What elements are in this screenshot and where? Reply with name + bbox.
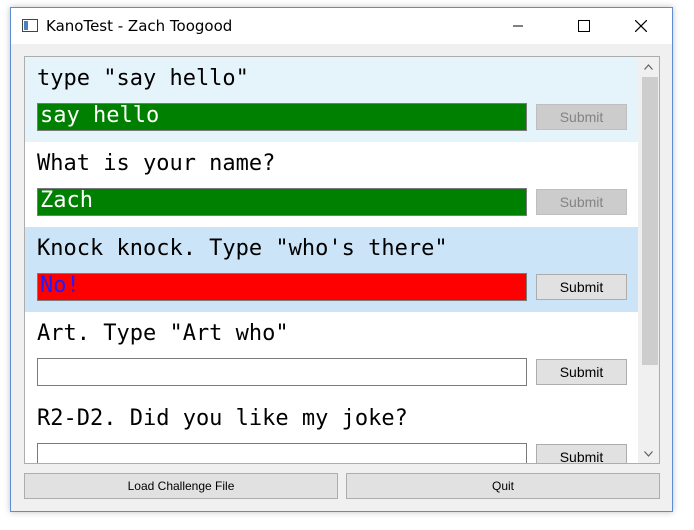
- challenge-prompt: Art. Type "Art who": [37, 321, 289, 346]
- app-window: KanoTest - Zach Toogood type "say hello"…: [10, 7, 673, 512]
- challenge-item: What is your name? Zach Submit: [25, 142, 638, 227]
- vertical-scrollbar[interactable]: [638, 57, 659, 463]
- quit-button[interactable]: Quit: [346, 473, 660, 499]
- challenge-list: type "say hello" say hello Submit What i…: [25, 57, 638, 463]
- challenge-item: Knock knock. Type "who's there" No! Subm…: [25, 227, 638, 312]
- answer-input[interactable]: [37, 358, 527, 386]
- scroll-down-arrow-icon[interactable]: [638, 445, 659, 462]
- challenge-prompt: type "say hello": [37, 66, 249, 91]
- window-title: KanoTest - Zach Toogood: [46, 17, 233, 35]
- challenge-prompt: Knock knock. Type "who's there": [37, 236, 448, 261]
- app-window-icon: [22, 19, 38, 32]
- close-button[interactable]: [618, 8, 664, 44]
- scrollbar-thumb[interactable]: [642, 77, 658, 365]
- submit-button[interactable]: Submit: [536, 444, 627, 463]
- title-bar[interactable]: KanoTest - Zach Toogood: [11, 8, 672, 44]
- answer-input[interactable]: Zach: [37, 188, 527, 216]
- load-challenge-file-button[interactable]: Load Challenge File: [24, 473, 338, 499]
- minimize-button[interactable]: [495, 8, 541, 44]
- close-icon: [635, 20, 647, 32]
- submit-button[interactable]: Submit: [536, 104, 627, 130]
- submit-button[interactable]: Submit: [536, 359, 627, 385]
- challenge-prompt: R2-D2. Did you like my joke?: [37, 406, 408, 431]
- answer-input[interactable]: say hello: [37, 103, 527, 131]
- maximize-button[interactable]: [561, 8, 607, 44]
- scroll-up-arrow-icon[interactable]: [638, 58, 659, 75]
- challenge-item: R2-D2. Did you like my joke? Submit: [25, 397, 638, 463]
- submit-button[interactable]: Submit: [536, 274, 627, 300]
- challenge-scroll-area[interactable]: type "say hello" say hello Submit What i…: [24, 56, 660, 464]
- challenge-item: Art. Type "Art who" Submit: [25, 312, 638, 397]
- answer-input[interactable]: No!: [37, 273, 527, 301]
- minimize-icon: [513, 25, 523, 27]
- maximize-icon: [578, 20, 590, 32]
- submit-button[interactable]: Submit: [536, 189, 627, 215]
- answer-input[interactable]: [37, 443, 527, 463]
- challenge-prompt: What is your name?: [37, 151, 276, 176]
- challenge-item: type "say hello" say hello Submit: [25, 57, 638, 142]
